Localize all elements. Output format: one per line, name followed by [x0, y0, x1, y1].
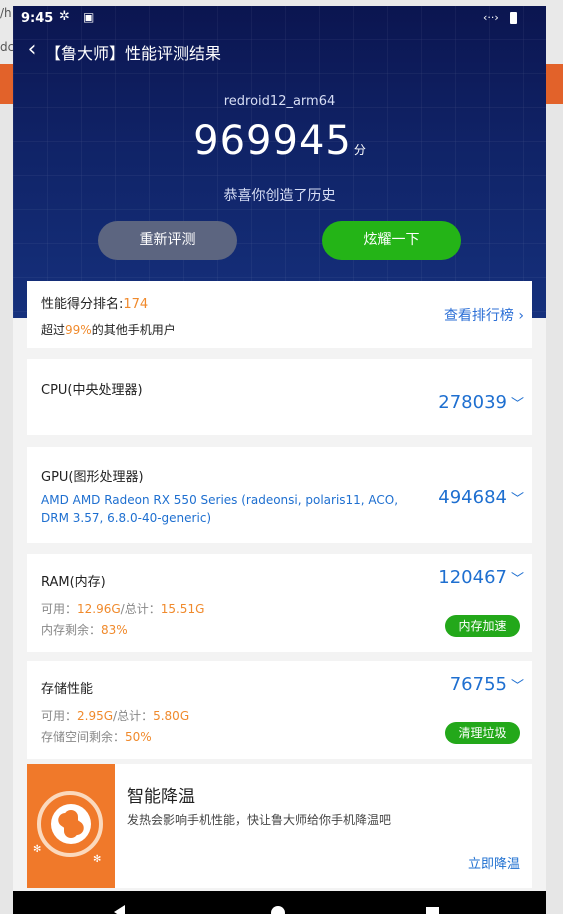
gpu-description: AMD AMD Radeon RX 550 Series (radeonsi, …: [41, 493, 399, 525]
storage-title: 存储性能: [41, 682, 94, 697]
rank-title: 性能得分排名:174: [41, 293, 148, 312]
chevron-down-icon: ﹀: [510, 397, 524, 412]
cool-now-link[interactable]: 立即降温: [468, 853, 520, 872]
gpu-card[interactable]: GPU(图形处理器) AMD AMD Radeon RX 550 Series …: [27, 447, 532, 543]
storage-remaining: 存储空间剩余：50%: [41, 728, 152, 745]
storage-score-value: 76755: [449, 674, 507, 695]
status-time: 9:45: [21, 11, 54, 26]
cooling-title: 智能降温: [127, 787, 195, 807]
rank-sub-prefix: 超过: [41, 323, 66, 337]
chevron-down-icon: ﹀: [510, 679, 524, 694]
gpu-score-value: 494684: [438, 487, 507, 508]
ram-avail: 12.96G: [77, 602, 121, 616]
cpu-card[interactable]: CPU(中央处理器) 278039 ﹀: [27, 359, 532, 435]
rank-sub-suffix: 的其他手机用户: [91, 323, 176, 337]
back-icon[interactable]: [114, 905, 125, 914]
total-score-value: 969945: [193, 118, 352, 164]
status-bar: 9:45 ✲ ▣ ‹··›: [13, 6, 546, 32]
ram-remain: 83%: [101, 623, 128, 637]
ram-remain-label: 内存剩余：: [41, 623, 102, 637]
top-bar: ‹ 【鲁大师】性能评测结果: [13, 32, 546, 70]
navigation-bar: [13, 891, 546, 914]
rank-percent: 99%: [65, 323, 92, 337]
gpu-title: GPU(图形处理器): [41, 470, 144, 485]
storage-total: 5.80G: [153, 709, 190, 723]
ram-card[interactable]: RAM(内存) 120467 ﹀ 可用：12.96G/总计：15.51G 内存剩余…: [27, 554, 532, 652]
chevron-down-icon: ﹀: [510, 572, 524, 587]
recent-icon[interactable]: [426, 907, 439, 914]
rank-card: 性能得分排名:174 超过99%的其他手机用户 查看排行榜 ›: [27, 281, 532, 348]
chevron-down-icon: ﹀: [510, 492, 524, 507]
cooling-card[interactable]: ✻ ✻ 智能降温 发热会影响手机性能，快让鲁大师给你手机降温吧 立即降温: [27, 764, 532, 888]
storage-avail-label: 可用：: [41, 709, 78, 723]
device-name: redroid12_arm64: [223, 94, 336, 109]
back-button[interactable]: ‹: [19, 38, 45, 64]
storage-total-label: /总计：: [113, 709, 154, 723]
ram-score-value: 120467: [438, 567, 507, 588]
cooling-banner: ✻ ✻: [27, 764, 115, 888]
gpu-score[interactable]: 494684 ﹀: [438, 487, 524, 508]
total-score: 969945 分: [13, 118, 546, 164]
clean-junk-button[interactable]: 清理垃圾: [445, 722, 520, 744]
ram-title: RAM(内存): [41, 575, 106, 590]
cpu-title: CPU(中央处理器): [41, 383, 143, 398]
storage-remain: 50%: [125, 730, 152, 744]
memory-boost-button[interactable]: 内存加速: [445, 615, 520, 637]
retest-button[interactable]: 重新评测: [98, 221, 237, 260]
hero-banner: 9:45 ✲ ▣ ‹··› ‹ 【鲁大师】性能评测结果 redroid12_ar…: [13, 6, 546, 318]
share-button[interactable]: 炫耀一下: [322, 221, 461, 260]
home-icon[interactable]: [271, 906, 285, 914]
cooling-description: 发热会影响手机性能，快让鲁大师给你手机降温吧: [127, 813, 392, 827]
code-icon: ‹··›: [483, 11, 499, 24]
storage-remain-label: 存储空间剩余：: [41, 730, 126, 744]
view-leaderboard-link[interactable]: 查看排行榜 ›: [444, 305, 524, 325]
ram-avail-label: 可用：: [41, 602, 78, 616]
sim-icon: ▣: [83, 10, 95, 24]
total-score-unit: 分: [353, 143, 366, 157]
phone-screen: 9:45 ✲ ▣ ‹··› ‹ 【鲁大师】性能评测结果 redroid12_ar…: [13, 6, 546, 914]
storage-score[interactable]: 76755 ﹀: [450, 674, 524, 695]
background-url-fragment: /h: [0, 6, 12, 20]
storage-card[interactable]: 存储性能 76755 ﹀ 可用：2.95G/总计：5.80G 存储空间剩余：50%…: [27, 661, 532, 759]
ram-score[interactable]: 120467 ﹀: [438, 567, 524, 588]
snowflake-icon: ✻: [93, 854, 102, 865]
settings-icon: ✲: [59, 9, 70, 24]
ram-usage: 可用：12.96G/总计：15.51G: [41, 600, 204, 617]
ram-remaining: 内存剩余：83%: [41, 621, 128, 638]
storage-avail: 2.95G: [77, 709, 114, 723]
rank-value: 174: [123, 297, 149, 312]
rank-label: 性能得分排名:: [41, 297, 124, 312]
ram-total-label: /总计：: [120, 602, 161, 616]
snowflake-icon: ✻: [33, 844, 42, 855]
rank-subtitle: 超过99%的其他手机用户: [41, 321, 176, 338]
ram-total: 15.51G: [160, 602, 205, 616]
storage-usage: 可用：2.95G/总计：5.80G: [41, 707, 189, 724]
congrats-text: 恭喜你创造了历史: [223, 188, 336, 204]
cpu-score[interactable]: 278039 ﹀: [438, 392, 524, 413]
page-title: 【鲁大师】性能评测结果: [45, 44, 222, 63]
battery-icon: [510, 12, 517, 24]
cpu-score-value: 278039: [438, 392, 507, 413]
